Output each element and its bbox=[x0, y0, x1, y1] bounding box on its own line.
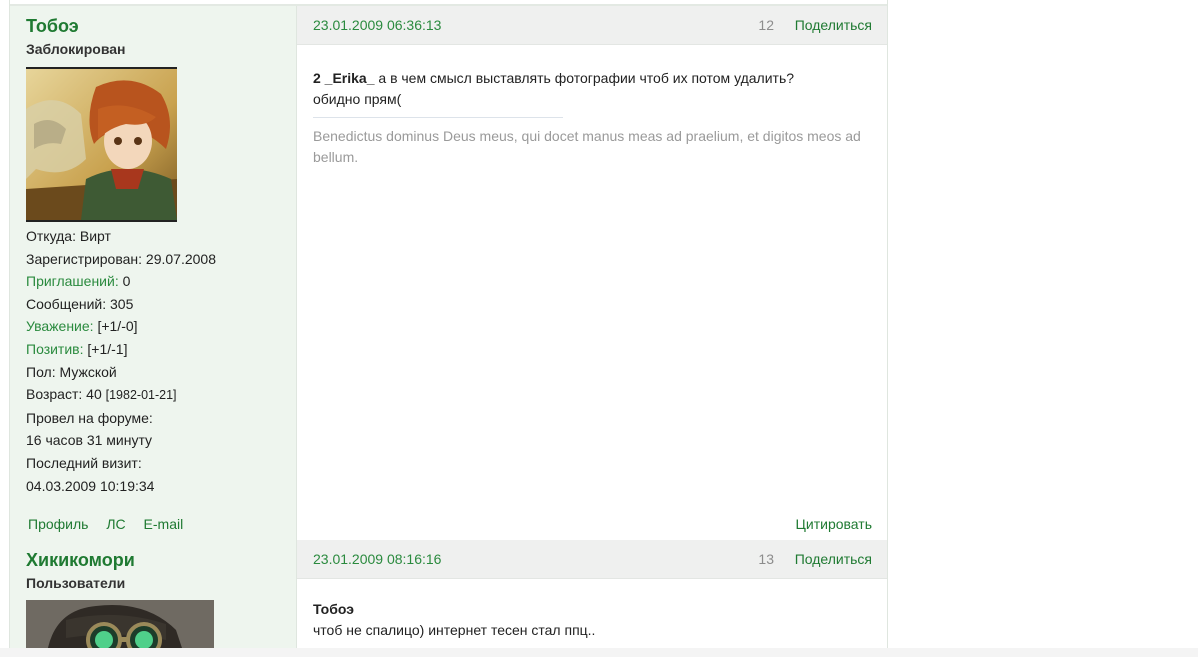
message-text: а в чем смысл выставлять фотографии чтоб… bbox=[374, 70, 795, 86]
age-date: [1982-01-21] bbox=[105, 388, 177, 403]
profile-link[interactable]: Профиль bbox=[28, 516, 88, 532]
online-time-label: Провел на форуме: bbox=[26, 409, 153, 426]
post-author-panel: Тобоэ Заблокирован Откуда: Вирт Зарегист… bbox=[10, 6, 297, 540]
from-value: Вирт bbox=[79, 228, 111, 244]
pm-link[interactable]: ЛС bbox=[106, 516, 125, 532]
author-username[interactable]: Тобоэ bbox=[26, 16, 79, 37]
positive-link[interactable]: Позитив: bbox=[26, 341, 84, 357]
forum-post: Хикикомори Пользователи 23.01.2009 08:16… bbox=[10, 540, 887, 648]
forum-post: Тобоэ Заблокирован Откуда: Вирт Зарегист… bbox=[10, 4, 887, 542]
share-link[interactable]: Поделиться bbox=[795, 551, 872, 567]
invites-value: 0 bbox=[122, 273, 131, 290]
last-visit-value: 04.03.2009 10:19:34 bbox=[26, 477, 155, 494]
signature-separator bbox=[313, 117, 563, 118]
post-signature: Benedictus dominus Deus meus, qui docet … bbox=[313, 128, 861, 165]
author-avatar bbox=[26, 600, 214, 648]
age-label: Возраст: bbox=[26, 386, 83, 403]
respect-value: [+1/-0] bbox=[97, 318, 138, 335]
post-number: 13 bbox=[758, 551, 774, 567]
author-username[interactable]: Хикикомори bbox=[26, 550, 135, 571]
post-date-link[interactable]: 23.01.2009 08:16:16 bbox=[313, 551, 441, 567]
registered-value: 29.07.2008 bbox=[145, 250, 216, 267]
message-addressee: 2 _Erika_ bbox=[313, 70, 375, 86]
age-value: 40 bbox=[86, 386, 102, 403]
post-number: 12 bbox=[758, 17, 774, 33]
messages-label: Сообщений: bbox=[26, 295, 107, 312]
post-message: Тобоэ чтоб не спалицо) интернет тесен ст… bbox=[313, 599, 595, 641]
gender-label: Пол: bbox=[26, 363, 56, 380]
author-user-title: Заблокирован bbox=[26, 41, 126, 57]
message-text-line2: обидно прям( bbox=[313, 91, 402, 107]
share-link[interactable]: Поделиться bbox=[795, 17, 872, 33]
post-content: 23.01.2009 08:16:16 13 Поделиться Тобоэ … bbox=[297, 540, 887, 648]
message-addressee: Тобоэ bbox=[313, 601, 354, 617]
email-link[interactable]: E-mail bbox=[144, 516, 184, 532]
forum-topic: Тобоэ Заблокирован Откуда: Вирт Зарегист… bbox=[9, 0, 888, 648]
registered-label: Зарегистрирован: bbox=[26, 250, 143, 267]
online-time-value: 16 часов 31 минуту bbox=[26, 432, 153, 449]
message-text: чтоб не спалицо) интернет тесен стал ппц… bbox=[313, 622, 596, 638]
gender-value: Мужской bbox=[59, 363, 117, 380]
post-date-link[interactable]: 23.01.2009 06:36:13 bbox=[313, 17, 441, 33]
post-message: 2 _Erika_ а в чем смысл выставлять фотог… bbox=[313, 68, 794, 110]
author-links: Профиль ЛС E-mail bbox=[28, 516, 197, 532]
messages-value: 305 bbox=[110, 295, 134, 312]
respect-link[interactable]: Уважение: bbox=[26, 318, 94, 334]
quote-link[interactable]: Цитировать bbox=[796, 516, 872, 532]
post-author-panel: Хикикомори Пользователи bbox=[10, 540, 297, 648]
bottom-bar bbox=[0, 648, 1198, 657]
post-content: 23.01.2009 06:36:13 12 Поделиться 2 _Eri… bbox=[297, 6, 887, 540]
last-visit-label: Последний визит: bbox=[26, 454, 142, 471]
from-label: Откуда: bbox=[26, 228, 76, 244]
author-user-title: Пользователи bbox=[26, 575, 126, 591]
positive-value: [+1/-1] bbox=[87, 340, 128, 357]
post-header: 23.01.2009 08:16:16 13 Поделиться bbox=[297, 540, 887, 579]
author-info: Откуда: Вирт Зарегистрирован: 29.07.2008… bbox=[26, 225, 216, 497]
author-avatar bbox=[26, 67, 177, 222]
post-header: 23.01.2009 06:36:13 12 Поделиться bbox=[297, 6, 887, 45]
invites-link[interactable]: Приглашений: bbox=[26, 273, 119, 289]
